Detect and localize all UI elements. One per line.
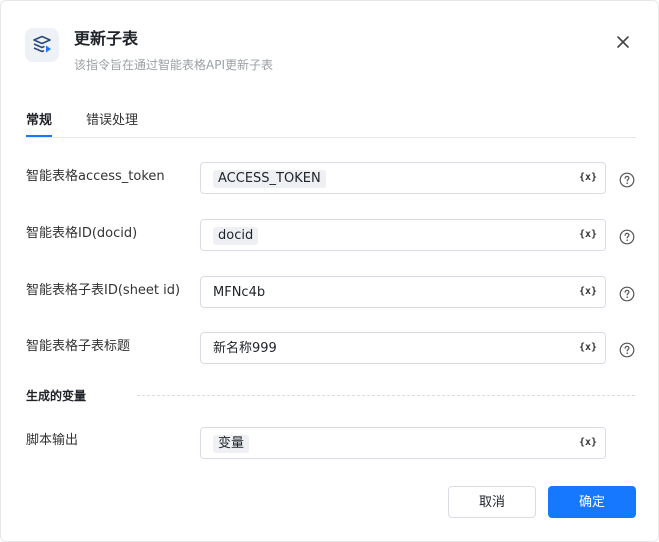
access-token-variable-tag[interactable]: ACCESS_TOKEN	[213, 170, 326, 188]
help-icon[interactable]	[619, 229, 635, 245]
table-update-icon	[25, 28, 59, 62]
script-output-input[interactable]: 变量 {x}	[200, 427, 606, 459]
dialog-subtitle: 该指令旨在通过智能表格API更新子表	[74, 58, 273, 72]
dialog-title: 更新子表	[74, 29, 139, 48]
tab-error-handling[interactable]: 错误处理	[86, 112, 138, 130]
sheet-id-label: 智能表格子表ID(sheet id)	[26, 283, 181, 298]
sheet-id-value: MFNc4b	[213, 285, 266, 300]
variable-insert-icon[interactable]: {x}	[579, 228, 597, 242]
sheet-title-input[interactable]: 新名称999 {x}	[200, 332, 606, 364]
cancel-button[interactable]: 取消	[448, 486, 536, 518]
variable-insert-icon[interactable]: {x}	[579, 341, 597, 355]
access-token-input[interactable]: ACCESS_TOKEN {x}	[200, 162, 606, 194]
script-output-label: 脚本输出	[26, 433, 79, 448]
section-divider	[137, 395, 635, 396]
help-icon[interactable]	[619, 342, 635, 358]
sheet-id-input[interactable]: MFNc4b {x}	[200, 276, 606, 308]
script-output-variable-tag[interactable]: 变量	[213, 435, 250, 453]
confirm-button[interactable]: 确定	[548, 486, 636, 518]
docid-variable-tag[interactable]: docid	[213, 227, 259, 245]
sheet-title-value: 新名称999	[213, 341, 277, 356]
close-icon	[617, 36, 629, 48]
docid-input[interactable]: docid {x}	[200, 219, 606, 251]
close-button[interactable]	[611, 30, 635, 54]
tab-general[interactable]: 常规	[26, 112, 53, 137]
update-subtable-dialog: 更新子表 该指令旨在通过智能表格API更新子表 常规 错误处理 智能表格acce…	[0, 0, 659, 542]
docid-label: 智能表格ID(docid)	[26, 226, 138, 241]
help-icon[interactable]	[619, 172, 635, 188]
help-icon[interactable]	[619, 286, 635, 302]
variable-insert-icon[interactable]: {x}	[579, 171, 597, 185]
variable-insert-icon[interactable]: {x}	[579, 285, 597, 299]
access-token-label: 智能表格access_token	[26, 169, 165, 184]
output-section-title: 生成的变量	[26, 389, 87, 403]
variable-insert-icon[interactable]: {x}	[579, 436, 597, 450]
tab-bar: 常规 错误处理	[26, 109, 636, 138]
sheet-title-label: 智能表格子表标题	[26, 339, 131, 354]
